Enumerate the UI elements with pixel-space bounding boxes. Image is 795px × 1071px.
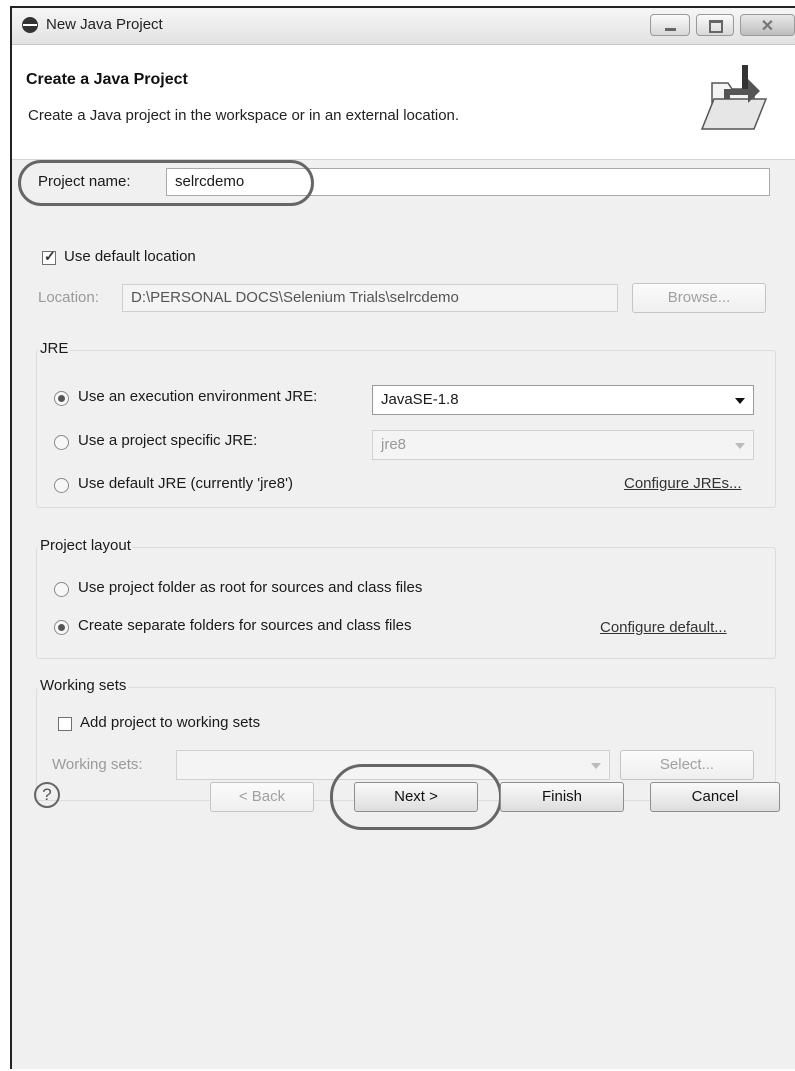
wizard-description: Create a Java project in the workspace o… [28,107,460,124]
wizard-title: Create a Java Project [26,71,188,88]
cancel-button[interactable]: Cancel [650,782,780,812]
highlight-ellipse-next [330,764,502,830]
select-working-sets-button[interactable]: Select... [620,750,754,780]
new-java-project-dialog: New Java Project ✕ Create a Java Project… [10,6,795,1069]
minimize-button[interactable] [650,14,690,36]
jre-group-label: JRE [38,340,71,357]
chevron-down-icon [735,443,745,449]
layout-option-label: Use project folder as root for sources a… [78,579,423,596]
layout-root-folder-radio[interactable] [54,582,69,597]
execution-env-value: JavaSE-1.8 [381,391,459,408]
jre-option-label: Use a project specific JRE: [78,432,258,449]
use-default-location-label: Use default location [64,248,196,265]
configure-jres-link[interactable]: Configure JREs... [624,475,742,492]
jre-option-label: Use an execution environment JRE: [78,388,318,405]
chevron-down-icon [735,398,745,404]
folder-icon [700,65,768,130]
location-label: Location: [38,289,99,306]
jre-project-specific-radio[interactable] [54,435,69,450]
close-icon: ✕ [760,18,775,35]
back-button[interactable]: < Back [210,782,314,812]
chevron-down-icon [591,763,601,769]
project-specific-jre-value: jre8 [381,436,407,453]
execution-env-select[interactable]: JavaSE-1.8 [372,385,754,415]
working-sets-label: Working sets: [52,756,143,773]
help-icon[interactable]: ? [34,782,60,808]
use-default-location-checkbox[interactable] [42,248,56,265]
project-layout-group [36,547,776,659]
close-button[interactable]: ✕ [740,14,795,36]
layout-separate-folders-radio[interactable] [54,620,69,635]
window-title: New Java Project [46,16,163,33]
configure-default-link[interactable]: Configure default... [600,619,727,636]
jre-option-label: Use default JRE (currently 'jre8') [78,475,293,492]
add-to-working-sets-checkbox[interactable] [58,717,72,731]
browse-button[interactable]: Browse... [632,283,766,313]
project-specific-jre-select[interactable]: jre8 [372,430,754,460]
jre-execution-env-radio[interactable] [54,391,69,406]
title-bar[interactable]: New Java Project ✕ [12,8,795,45]
add-to-working-sets-label: Add project to working sets [80,714,261,731]
working-sets-group-label: Working sets [38,677,129,694]
highlight-ellipse-project-name [18,160,314,206]
wizard-body: Project name: selrcdemo Use default loca… [12,160,795,1071]
finish-button[interactable]: Finish [500,782,624,812]
layout-option-label: Create separate folders for sources and … [78,617,412,634]
location-input[interactable]: D:\PERSONAL DOCS\Selenium Trials\selrcde… [122,284,618,312]
wizard-header: Create a Java Project Create a Java proj… [12,45,795,160]
eclipse-icon [22,17,38,33]
maximize-button[interactable] [696,14,734,36]
jre-default-radio[interactable] [54,478,69,493]
project-layout-group-label: Project layout [38,537,133,554]
